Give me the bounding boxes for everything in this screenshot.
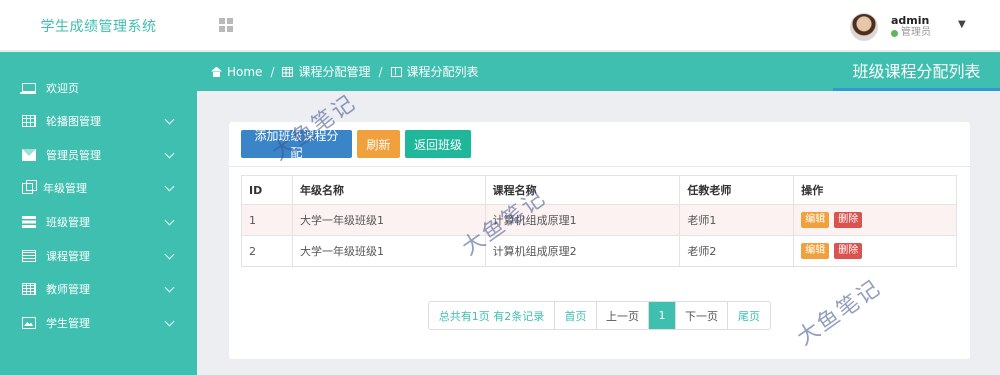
prev-page-button[interactable]: 上一页: [597, 302, 649, 329]
back-to-class-button[interactable]: 返回班级: [405, 130, 471, 158]
page-title: 班级课程分配列表: [833, 52, 1000, 91]
columns-icon: [390, 66, 402, 77]
chevron-down-icon: [164, 282, 175, 293]
assignment-table: ID 年级名称 课程名称 任教老师 操作 1 大学一年级班级1 计算机组成原理1…: [241, 175, 957, 267]
breadcrumb-course-assign[interactable]: 课程分配管理: [282, 63, 371, 80]
delete-button[interactable]: 删除: [834, 212, 863, 228]
cell-course: 计算机组成原理2: [484, 235, 681, 267]
next-page-button[interactable]: 下一页: [676, 302, 728, 329]
chevron-down-icon: [164, 316, 175, 327]
clone-icon: [22, 179, 37, 194]
table-header-row: ID 年级名称 课程名称 任教老师 操作: [241, 175, 957, 205]
last-page-button[interactable]: 尾页: [728, 302, 770, 329]
sidebar-item-label: 欢迎页: [46, 82, 79, 95]
sidebar-item-grades[interactable]: 年级管理: [0, 173, 197, 203]
breadcrumb-home-label: Home: [227, 64, 263, 79]
sidebar-item-label: 年级管理: [43, 182, 87, 195]
sidebar-item-classes[interactable]: 班级管理: [0, 207, 197, 237]
cell-teacher: 老师1: [679, 204, 795, 236]
cell-teacher: 老师2: [679, 235, 795, 267]
breadcrumb-separator: /: [378, 64, 383, 79]
table-icon: [282, 66, 294, 77]
first-page-button[interactable]: 首页: [555, 302, 597, 329]
breadcrumb-level1-label: 课程分配管理: [298, 65, 371, 79]
top-bar: 学生成绩管理系统 admin 管理员 ▼: [0, 0, 1000, 51]
sidebar-item-admins[interactable]: 管理员管理: [0, 140, 197, 170]
refresh-button[interactable]: 刷新: [357, 130, 400, 158]
sidebar-item-students[interactable]: 学生管理: [0, 308, 197, 338]
divider: [229, 166, 970, 167]
user-role: 管理员: [891, 27, 931, 39]
sidebar-item-carousel[interactable]: 轮播图管理: [0, 106, 197, 136]
breadcrumb-course-assign-list[interactable]: 课程分配列表: [390, 63, 479, 80]
cell-id: 1: [241, 204, 293, 236]
cell-grade: 大学一年级班级1: [291, 204, 486, 236]
cell-actions: 编辑 删除: [793, 204, 957, 236]
sidebar-item-label: 班级管理: [46, 216, 90, 229]
sidebar: 欢迎页 轮播图管理 管理员管理 年级管理 班级管理 课程管理 教师管理 学生管理: [0, 52, 197, 375]
breadcrumb: Home / 课程分配管理 / 课程分配列表: [211, 52, 479, 91]
cell-course: 计算机组成原理1: [484, 204, 681, 236]
sidebar-item-teachers[interactable]: 教师管理: [0, 274, 197, 304]
cell-id: 2: [241, 235, 293, 267]
column-header-course: 课程名称: [484, 175, 681, 205]
online-status-dot-icon: [891, 29, 898, 37]
column-header-id: ID: [241, 175, 293, 205]
picture-icon: [22, 317, 36, 329]
chevron-down-icon: [164, 215, 175, 226]
user-name: admin: [891, 14, 930, 27]
chevron-down-icon[interactable]: ▼: [958, 19, 966, 30]
calendar-icon: [22, 115, 36, 127]
server-icon: [22, 216, 36, 228]
chevron-down-icon: [164, 249, 175, 260]
edit-button[interactable]: 编辑: [801, 212, 830, 228]
sidebar-item-label: 轮播图管理: [46, 115, 101, 128]
app-title: 学生成绩管理系统: [40, 18, 157, 35]
edit-button[interactable]: 编辑: [801, 243, 830, 259]
column-header-teacher: 任教老师: [679, 175, 795, 205]
sidebar-item-label: 学生管理: [46, 317, 90, 330]
sidebar-toggle-icon[interactable]: [219, 18, 233, 32]
breadcrumb-separator: /: [270, 64, 275, 79]
avatar[interactable]: [850, 13, 878, 41]
column-header-actions: 操作: [793, 175, 957, 205]
list-icon: [22, 250, 36, 262]
column-header-grade: 年级名称: [291, 175, 486, 205]
user-role-label: 管理员: [901, 27, 931, 38]
chevron-down-icon: [164, 181, 175, 192]
breadcrumb-bar: Home / 课程分配管理 / 课程分配列表 班级课程分配列表: [197, 52, 1000, 91]
delete-button[interactable]: 删除: [834, 243, 863, 259]
table-row[interactable]: 2 大学一年级班级1 计算机组成原理2 老师2 编辑 删除: [241, 235, 957, 267]
pagination: 总共有1页 有2条记录 首页 上一页 1 下一页 尾页: [428, 301, 771, 330]
cell-grade: 大学一年级班级1: [291, 235, 486, 267]
envelope-icon: [22, 149, 36, 161]
sidebar-item-label: 管理员管理: [46, 149, 101, 162]
toolbar: 添加班级课程分配 刷新 返回班级: [241, 129, 476, 160]
content-card: 添加班级课程分配 刷新 返回班级 ID 年级名称 课程名称 任教老师 操作 1 …: [229, 122, 970, 359]
table-row[interactable]: 1 大学一年级班级1 计算机组成原理1 老师1 编辑 删除: [241, 204, 957, 236]
pagination-info: 总共有1页 有2条记录: [429, 302, 555, 329]
sidebar-item-courses[interactable]: 课程管理: [0, 241, 197, 271]
home-icon: [211, 67, 222, 77]
table-icon: [22, 283, 36, 295]
breadcrumb-home[interactable]: Home: [211, 65, 262, 79]
chevron-down-icon: [164, 148, 175, 159]
laptop-icon: [20, 82, 36, 94]
chevron-down-icon: [164, 114, 175, 125]
sidebar-item-welcome[interactable]: 欢迎页: [0, 73, 197, 103]
cell-actions: 编辑 删除: [793, 235, 957, 267]
sidebar-item-label: 教师管理: [46, 283, 90, 296]
add-class-course-button[interactable]: 添加班级课程分配: [241, 129, 352, 160]
sidebar-item-label: 课程管理: [46, 250, 90, 263]
user-menu[interactable]: admin 管理员: [850, 12, 931, 42]
current-page-button[interactable]: 1: [649, 302, 676, 329]
breadcrumb-level2-label: 课程分配列表: [406, 65, 479, 79]
